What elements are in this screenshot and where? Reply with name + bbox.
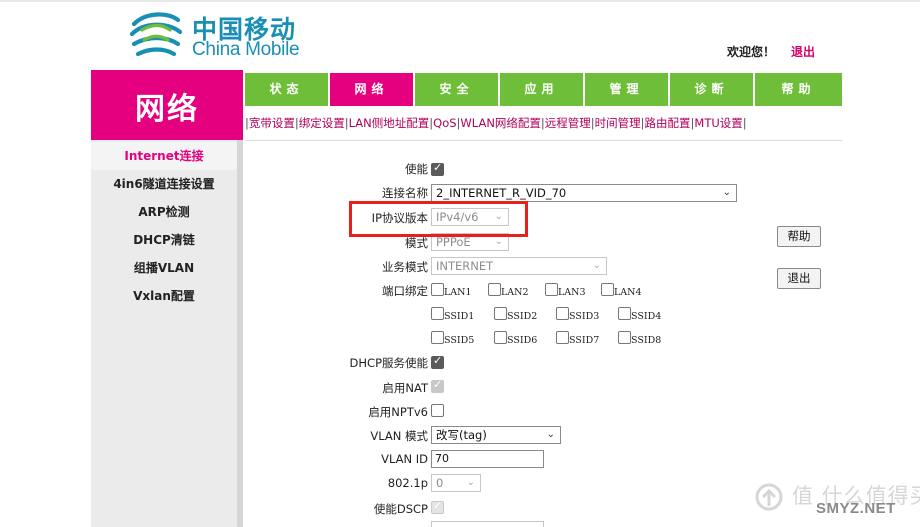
tab-security[interactable]: 安全 [415,73,498,106]
port-label: SSID2 [507,311,538,322]
dhcp-label: DHCP服务使能 [349,356,428,370]
port-label: SSID8 [631,335,662,346]
dot1p-label: 802.1p [387,476,428,490]
connection-name-value: 2_INTERNET_R_VID_70 [436,186,567,200]
service-mode-select[interactable]: INTERNET ⌄ [431,257,607,275]
section-title: 网络 [135,92,199,127]
connection-name-label: 连接名称 [382,186,428,200]
sidebar-item-dhcp[interactable]: DHCP清链 [91,226,237,254]
port-label: SSID5 [444,335,475,346]
watermark-logo-icon [755,483,783,511]
port-checkbox[interactable] [431,283,444,296]
top-border [0,0,920,2]
port-checkbox[interactable] [494,331,507,344]
welcome-text: 欢迎您！ [727,45,776,59]
port-checkbox[interactable] [556,307,569,320]
chevron-down-icon: ⌄ [546,429,555,440]
sidebar-item-vxlan[interactable]: Vxlan配置 [91,282,237,310]
tab-application[interactable]: 应用 [500,73,583,106]
mode-label: 模式 [405,236,428,250]
help-button[interactable]: 帮助 [777,226,821,247]
port-checkbox[interactable] [601,283,614,296]
tab-status[interactable]: 状态 [245,73,328,106]
service-mode-value: INTERNET [436,259,494,273]
port-label: LAN1 [444,287,472,298]
port-label: SSID6 [507,335,538,346]
sidebar: Internet连接 4in6隧道连接设置 ARP检测 DHCP清链 组播VLA… [91,140,243,527]
chevron-down-icon: ⌄ [592,260,601,271]
subnav-qos[interactable]: QoS [433,116,456,130]
port-checkbox[interactable] [431,331,444,344]
sidebar-item-internet[interactable]: Internet连接 [91,142,237,170]
port-label: LAN2 [501,287,529,298]
watermark: 值 什么值得买 SMYZ.NET [752,480,920,520]
subnav-time[interactable]: 时间管理 [595,116,641,130]
port-label: SSID3 [569,311,600,322]
logout-link[interactable]: 退出 [791,43,815,60]
chevron-down-icon: ⌄ [466,477,475,488]
vlan-mode-select[interactable]: 改写(tag) ⌄ [431,426,561,444]
subnav-binding[interactable]: 绑定设置 [299,116,345,130]
nptv6-label: 启用NPTv6 [368,405,428,419]
port-checkbox[interactable] [431,307,444,320]
port-binding-label: 端口绑定 [382,284,428,298]
vlan-id-label: VLAN ID [381,452,428,466]
subnav-route[interactable]: 路由配置 [645,116,691,130]
port-label: LAN4 [614,287,642,298]
dscp-checkbox[interactable] [431,499,444,514]
service-mode-label: 业务模式 [382,260,428,274]
port-checkbox[interactable] [618,307,631,320]
tab-network[interactable]: 网络 [330,73,413,106]
tab-management[interactable]: 管理 [585,73,668,106]
exit-button[interactable]: 退出 [777,268,821,289]
nptv6-checkbox[interactable] [431,404,444,417]
section-header: 网络 [91,70,243,140]
chevron-down-icon: ⌄ [722,187,731,198]
port-checkbox[interactable] [618,331,631,344]
subnav-lan-address[interactable]: LAN侧地址配置 [349,116,430,130]
china-mobile-swirl-icon [129,12,183,57]
logo-english-text: China Mobile [192,39,300,60]
port-label: LAN3 [558,287,586,298]
port-checkbox[interactable] [545,283,558,296]
enable-checkbox[interactable] [431,161,444,176]
vlan-id-input[interactable]: 70 [431,450,544,468]
port-checkbox[interactable] [494,307,507,320]
subnav-remote[interactable]: 远程管理 [545,116,591,130]
nat-label: 启用NAT [382,381,428,395]
port-label: SSID7 [569,335,600,346]
subnav-mtu[interactable]: MTU设置 [694,116,742,130]
sidebar-item-arp[interactable]: ARP检测 [91,198,237,226]
dhcp-checkbox[interactable] [431,354,444,369]
connection-name-select[interactable]: 2_INTERNET_R_VID_70 ⌄ [431,184,737,202]
port-checkbox[interactable] [488,283,501,296]
subnav-broadband[interactable]: 宽带设置 [249,116,295,130]
internet-connection-form: 使能 连接名称 2_INTERNET_R_VID_70 ⌄ IP协议版本 IPv… [245,141,842,527]
main-tabs: 状态 网络 安全 应用 管理 诊断 帮助 [245,73,842,106]
port-checkbox[interactable] [556,331,569,344]
dot1p-value: 0 [436,476,444,490]
port-label: SSID1 [444,311,475,322]
nat-checkbox[interactable] [431,378,444,393]
enable-label: 使能 [405,162,428,176]
sidebar-item-4in6[interactable]: 4in6隧道连接设置 [91,170,237,198]
port-label: SSID4 [631,311,662,322]
subnav-wlan[interactable]: WLAN网络配置 [460,116,541,130]
sidebar-divider [237,140,243,527]
dscp-label: 使能DSCP [373,502,428,516]
highlight-box [349,201,528,237]
subnav-separator: | [742,116,747,130]
tab-diagnosis[interactable]: 诊断 [670,73,753,106]
sub-navigation: |宽带设置|绑定设置|LAN侧地址配置|QoS|WLAN网络配置|远程管理|时间… [245,115,747,131]
sidebar-item-multicast-vlan[interactable]: 组播VLAN [91,254,237,282]
dscp-input[interactable] [431,521,544,527]
dot1p-select[interactable]: 0 ⌄ [431,474,481,492]
watermark-english: SMYZ.NET [816,500,896,517]
china-mobile-logo: 中国移动 China Mobile [128,8,308,64]
vlan-mode-value: 改写(tag) [436,428,487,442]
mode-value: PPPoE [436,235,471,249]
tab-help[interactable]: 帮助 [755,73,842,106]
vlan-mode-label: VLAN 模式 [370,429,428,443]
